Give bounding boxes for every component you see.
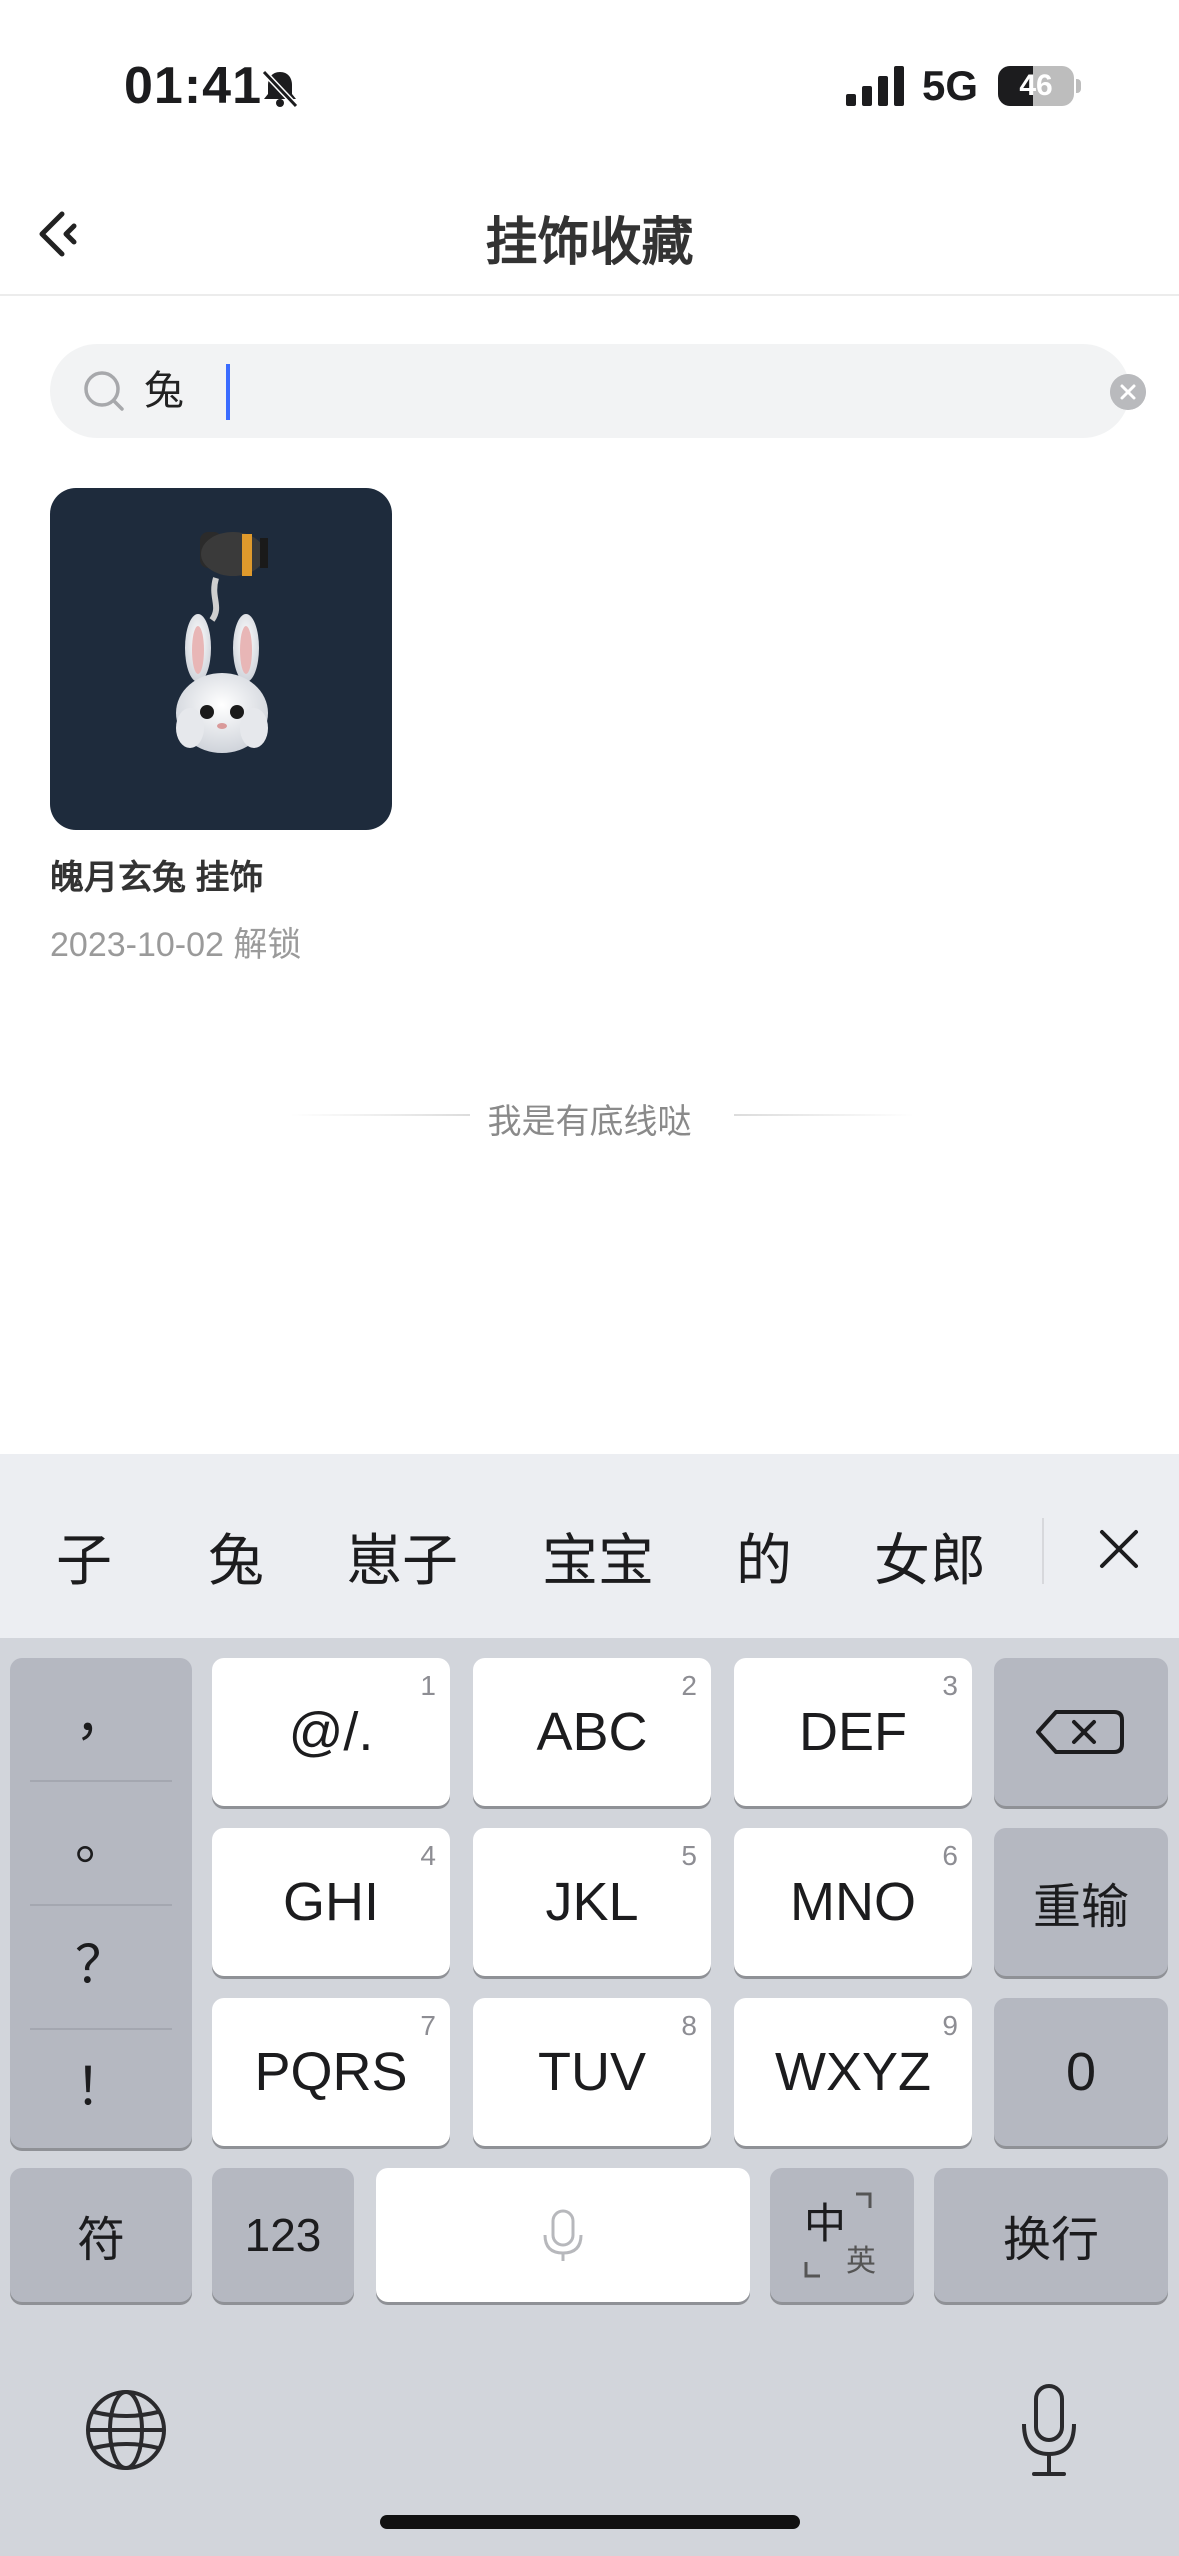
key-6[interactable]: MNO 6 (734, 1828, 972, 1976)
microphone-icon (543, 2209, 583, 2261)
key-9[interactable]: WXYZ 9 (734, 1998, 972, 2146)
key-number: 5 (681, 1840, 697, 1871)
pendant-item-card[interactable]: 魄月玄兔 挂饰 2023-10-02 解锁 (50, 488, 392, 966)
backspace-key[interactable] (994, 1658, 1168, 1806)
key-exclamation[interactable]: ！ (10, 2028, 192, 2148)
key-label: 123 (244, 2209, 322, 2261)
key-2[interactable]: ABC 2 (473, 1658, 711, 1806)
key-number: 6 (942, 1840, 958, 1871)
key-number: 2 (681, 1670, 697, 1701)
candidate-item[interactable]: 宝宝 (542, 1516, 654, 1597)
keyboard-keys: ， 。 ？ ！ @/. 1 ABC 2 DEF 3 GHI 4 JKL 5 MN… (0, 1638, 1179, 2556)
key-7[interactable]: PQRS 7 (212, 1998, 450, 2146)
globe-icon[interactable] (84, 2388, 168, 2472)
pendant-unlock-date: 2023-10-02 解锁 (50, 926, 302, 964)
silent-bell-icon (261, 69, 299, 109)
key-number: 1 (420, 1670, 436, 1701)
key-label: 重输 (1032, 1881, 1129, 1934)
punctuation-column[interactable]: ， 。 ？ ！ (10, 1658, 192, 2148)
candidate-item[interactable]: 的 (736, 1516, 792, 1597)
key-number: 4 (420, 1840, 436, 1871)
key-label: 0 (1065, 2042, 1097, 2102)
candidate-item[interactable]: 女郎 (874, 1516, 986, 1597)
lang-bracket-icon (804, 2192, 872, 2278)
candidate-item[interactable]: 崽子 (346, 1516, 458, 1597)
key-8[interactable]: TUV 8 (473, 1998, 711, 2146)
close-candidates-icon[interactable] (1082, 1512, 1156, 1586)
end-of-list-text: 我是有底线哒 (487, 1103, 692, 1141)
pendant-thumbnail[interactable] (50, 488, 392, 830)
key-0[interactable]: 0 (994, 1998, 1168, 2146)
key-question[interactable]: ？ (10, 1906, 192, 2026)
home-indicator[interactable] (380, 2515, 800, 2529)
battery-percent: 46 (1019, 69, 1053, 102)
page-title: 挂饰收藏 (485, 214, 694, 272)
text-cursor (226, 364, 230, 420)
retype-key[interactable]: 重输 (994, 1828, 1168, 1976)
candidate-item[interactable]: 兔 (208, 1516, 264, 1597)
search-icon (84, 371, 124, 411)
cellular-signal-icon (846, 66, 904, 106)
key-number: 3 (942, 1670, 958, 1701)
status-bar: 01:41 5G 46 (0, 0, 1179, 170)
key-label: PQRS (254, 2042, 408, 2102)
key-5[interactable]: JKL 5 (473, 1828, 711, 1976)
key-1[interactable]: @/. 1 (212, 1658, 450, 1806)
key-label: GHI (282, 1872, 379, 1932)
key-label: DEF (799, 1702, 907, 1762)
backspace-icon (1036, 1710, 1124, 1754)
return-key[interactable]: 换行 (934, 2168, 1168, 2302)
ime-keyboard: 子 兔 崽子 宝宝 的 女郎 ， 。 ？ ！ @/. 1 ABC 2 DEF 3… (0, 1454, 1179, 2556)
network-type: 5G (922, 62, 979, 109)
candidate-separator (1042, 1518, 1044, 1584)
status-time: 01:41 (124, 57, 262, 115)
key-period[interactable]: 。 (10, 1782, 192, 1902)
symbols-key[interactable]: 符 (10, 2168, 192, 2302)
pendant-name: 魄月玄兔 挂饰 (50, 859, 264, 897)
key-label: ABC (536, 1702, 648, 1762)
key-label: MNO (790, 1872, 916, 1932)
key-label: @/. (288, 1702, 374, 1762)
candidate-bar: 子 兔 崽子 宝宝 的 女郎 (0, 1454, 1179, 1638)
key-number: 7 (420, 2010, 436, 2041)
key-label: 符 (76, 2214, 125, 2267)
rabbit-pendant-image (176, 532, 268, 753)
key-comma[interactable]: ， (10, 1658, 192, 1778)
key-label: TUV (538, 2042, 646, 2102)
clear-search-icon[interactable] (1110, 374, 1146, 410)
language-switch-key[interactable]: 中 英 (770, 2168, 914, 2302)
dictation-mic-icon[interactable] (1014, 2382, 1084, 2482)
divider-line-right (734, 1114, 914, 1116)
key-label: WXYZ (775, 2042, 931, 2102)
key-label: JKL (545, 1872, 639, 1932)
battery-icon: 46 (998, 66, 1081, 106)
key-3[interactable]: DEF 3 (734, 1658, 972, 1806)
key-number: 9 (942, 2010, 958, 2041)
search-input[interactable]: 兔 (144, 364, 184, 418)
search-bar[interactable]: 兔 (50, 344, 1146, 438)
list-end-indicator: 我是有底线哒 (0, 1090, 1179, 1141)
navigation-bar: 挂饰收藏 (0, 170, 1179, 296)
numbers-key[interactable]: 123 (212, 2168, 354, 2302)
key-4[interactable]: GHI 4 (212, 1828, 450, 1976)
key-label: 换行 (1002, 2214, 1099, 2267)
key-number: 8 (681, 2010, 697, 2041)
space-key[interactable] (376, 2168, 750, 2302)
candidate-item[interactable]: 子 (56, 1516, 112, 1597)
